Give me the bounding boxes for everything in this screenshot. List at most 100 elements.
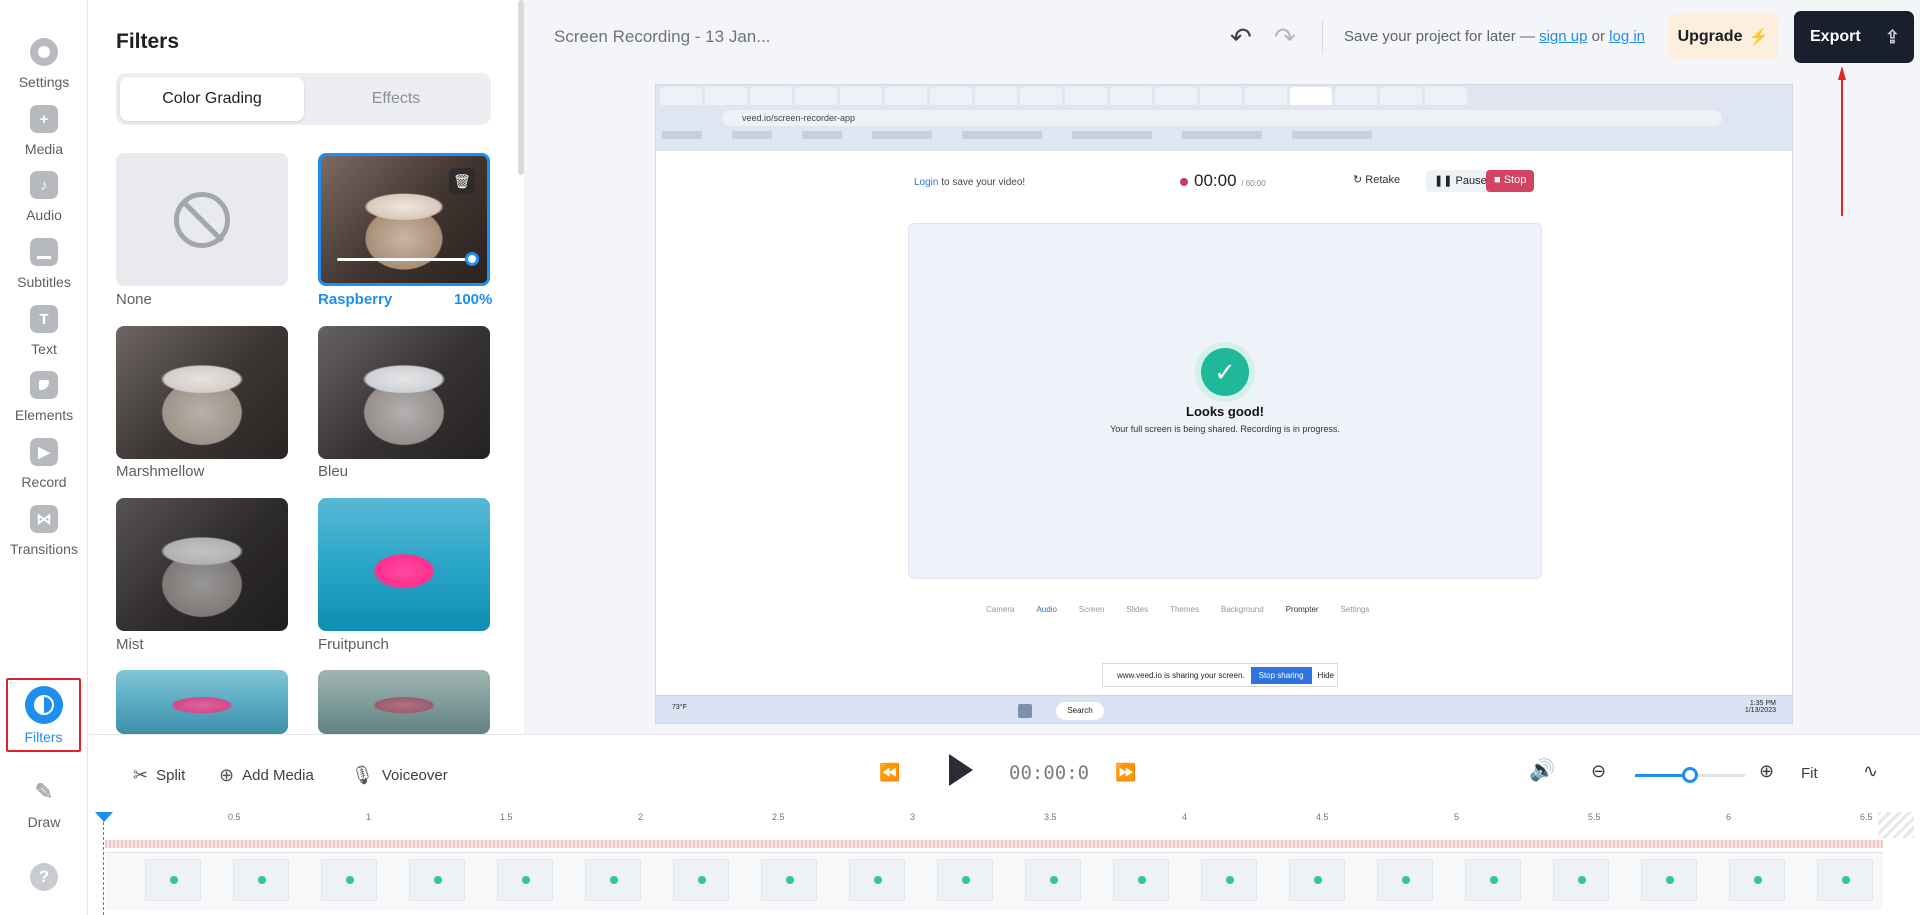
tool-label: Slides bbox=[1126, 605, 1149, 614]
filter-tile-mist[interactable] bbox=[116, 498, 288, 631]
filter-tile-fruitpunch[interactable] bbox=[318, 498, 490, 631]
browser-tab bbox=[750, 87, 792, 105]
video-thumbnail bbox=[1729, 859, 1785, 901]
recorder-timer: 00:00 / 60:00 bbox=[1180, 171, 1266, 191]
filter-tile-raspberry[interactable]: 🗑 bbox=[318, 153, 490, 286]
tab-effects[interactable]: Effects bbox=[304, 77, 488, 121]
fit-button[interactable]: Fit bbox=[1801, 765, 1818, 782]
taskbar-icons bbox=[1018, 704, 1032, 718]
recorder-login-rest: to save your video! bbox=[938, 177, 1026, 188]
ruler-tick: 5 bbox=[1454, 812, 1460, 822]
video-thumbnail bbox=[497, 859, 553, 901]
add-media-button[interactable]: ⊕ Add Media bbox=[219, 765, 314, 786]
video-thumbnail bbox=[145, 859, 201, 901]
taskbar-clock: 1:35 PM 1/13/2023 bbox=[1745, 700, 1776, 714]
add-media-label: Add Media bbox=[242, 767, 314, 784]
project-title[interactable]: Screen Recording - 13 Jan... bbox=[554, 27, 770, 47]
browser-tab bbox=[840, 87, 882, 105]
rail-item-audio[interactable]: ♪ Audio bbox=[0, 163, 88, 233]
ruler-tick: 4 bbox=[1182, 812, 1188, 822]
music-note-icon: ♪ bbox=[30, 171, 58, 199]
playhead[interactable] bbox=[103, 812, 104, 915]
video-thumbnail bbox=[1113, 859, 1169, 901]
divider bbox=[1322, 20, 1323, 54]
save-message: Save your project for later — sign up or… bbox=[1344, 28, 1645, 45]
waveform-icon[interactable]: ∿ bbox=[1863, 761, 1878, 782]
browser-tab bbox=[930, 87, 972, 105]
undo-icon[interactable]: ↶ bbox=[1230, 22, 1252, 53]
filter-type-tabs: Color Grading Effects bbox=[116, 73, 491, 125]
video-thumbnail bbox=[321, 859, 377, 901]
ruler-tick: 0.5 bbox=[228, 812, 241, 822]
video-thumbnail bbox=[1817, 859, 1873, 901]
video-thumbnail bbox=[233, 859, 289, 901]
filter-tile-none[interactable] bbox=[116, 153, 288, 286]
rail-label: Filters bbox=[24, 729, 63, 745]
timeline[interactable]: 0.5 1 1.5 2 2.5 3 3.5 4 4.5 5 5.5 6 6.5 bbox=[89, 812, 1920, 915]
rail-item-draw[interactable]: ✎ Draw bbox=[0, 770, 88, 840]
check-icon: ✓ bbox=[1201, 348, 1249, 396]
zoom-out-icon[interactable]: ⊖ bbox=[1591, 761, 1606, 782]
ruler-tick: 5.5 bbox=[1588, 812, 1601, 822]
help-icon[interactable]: ? bbox=[30, 863, 58, 891]
video-thumbnail bbox=[1025, 859, 1081, 901]
video-thumbnail bbox=[1641, 859, 1697, 901]
sharing-text: www.veed.io is sharing your screen. bbox=[1117, 670, 1245, 680]
windows-start-icon bbox=[1018, 704, 1032, 718]
rail-label: Draw bbox=[27, 814, 61, 830]
slider-knob[interactable] bbox=[465, 252, 479, 266]
taskbar-search: Search bbox=[1056, 702, 1104, 720]
rail-item-transitions[interactable]: ⋈ Transitions bbox=[0, 497, 88, 567]
gear-icon bbox=[30, 38, 58, 66]
audio-track[interactable] bbox=[105, 840, 1883, 848]
split-button[interactable]: ✂ Split bbox=[133, 765, 185, 786]
rail-item-filters[interactable]: Filters bbox=[6, 678, 81, 752]
volume-icon[interactable]: 🔊 bbox=[1529, 759, 1555, 783]
pause-label: Pause bbox=[1455, 175, 1487, 187]
video-thumbnail bbox=[1553, 859, 1609, 901]
rail-item-record[interactable]: ▶ Record bbox=[0, 430, 88, 500]
redo-icon[interactable]: ↷ bbox=[1274, 22, 1296, 53]
rail-item-media[interactable]: + Media bbox=[0, 97, 88, 167]
filter-tile-bleu[interactable] bbox=[318, 326, 490, 459]
hide-button: Hide bbox=[1317, 670, 1334, 680]
pause-button: ❚❚ Pause bbox=[1426, 170, 1495, 192]
tool-label: Settings bbox=[1340, 605, 1370, 614]
voiceover-button[interactable]: 🎙 Voiceover bbox=[351, 765, 448, 786]
tool-label: Camera bbox=[986, 605, 1015, 614]
filter-tile-partial[interactable] bbox=[116, 670, 288, 734]
screen-sharing-bar: www.veed.io is sharing your screen. Stop… bbox=[1102, 663, 1338, 687]
text-t-icon: T bbox=[30, 305, 58, 333]
zoom-in-icon[interactable]: ⊕ bbox=[1759, 761, 1774, 782]
playback-controls: ✂ Split ⊕ Add Media 🎙 Voiceover ⏪ 00:00:0 ⏩… bbox=[89, 734, 1920, 812]
browser-tabs bbox=[660, 87, 1467, 107]
rail-item-subtitles[interactable]: Subtitles bbox=[0, 230, 88, 300]
sign-up-link[interactable]: sign up bbox=[1539, 28, 1587, 45]
trash-icon[interactable]: 🗑 bbox=[449, 168, 475, 194]
rail-item-elements[interactable]: Elements bbox=[0, 363, 88, 433]
playhead-handle[interactable] bbox=[95, 812, 113, 822]
video-track[interactable] bbox=[105, 852, 1883, 910]
ruler-tick: 6 bbox=[1726, 812, 1732, 822]
video-preview[interactable]: veed.io/screen-recorder-app Login to sav… bbox=[655, 84, 1793, 724]
skip-back-icon[interactable]: ⏪ bbox=[879, 763, 900, 783]
filter-tile-partial[interactable] bbox=[318, 670, 490, 734]
skip-forward-icon[interactable]: ⏩ bbox=[1115, 763, 1136, 783]
browser-chrome: veed.io/screen-recorder-app bbox=[656, 85, 1792, 151]
filter-tile-marshmellow[interactable] bbox=[116, 326, 288, 459]
zoom-slider[interactable] bbox=[1635, 767, 1745, 783]
video-thumbnail bbox=[761, 859, 817, 901]
pencil-icon: ✎ bbox=[34, 779, 54, 804]
rail-item-settings[interactable]: Settings bbox=[0, 30, 88, 100]
browser-tab bbox=[1380, 87, 1422, 105]
zoom-slider-knob[interactable] bbox=[1682, 767, 1698, 783]
bookmarks-bar bbox=[662, 131, 1372, 145]
timer-max: / 60:00 bbox=[1241, 179, 1266, 188]
play-button[interactable] bbox=[949, 754, 973, 786]
tab-color-grading[interactable]: Color Grading bbox=[120, 77, 304, 121]
export-button[interactable]: Export ⇪ bbox=[1794, 11, 1914, 63]
filter-strength-slider[interactable] bbox=[337, 252, 479, 266]
upgrade-button[interactable]: Upgrade ⚡ bbox=[1668, 14, 1778, 60]
log-in-link[interactable]: log in bbox=[1609, 28, 1645, 45]
rail-item-text[interactable]: T Text bbox=[0, 297, 88, 367]
